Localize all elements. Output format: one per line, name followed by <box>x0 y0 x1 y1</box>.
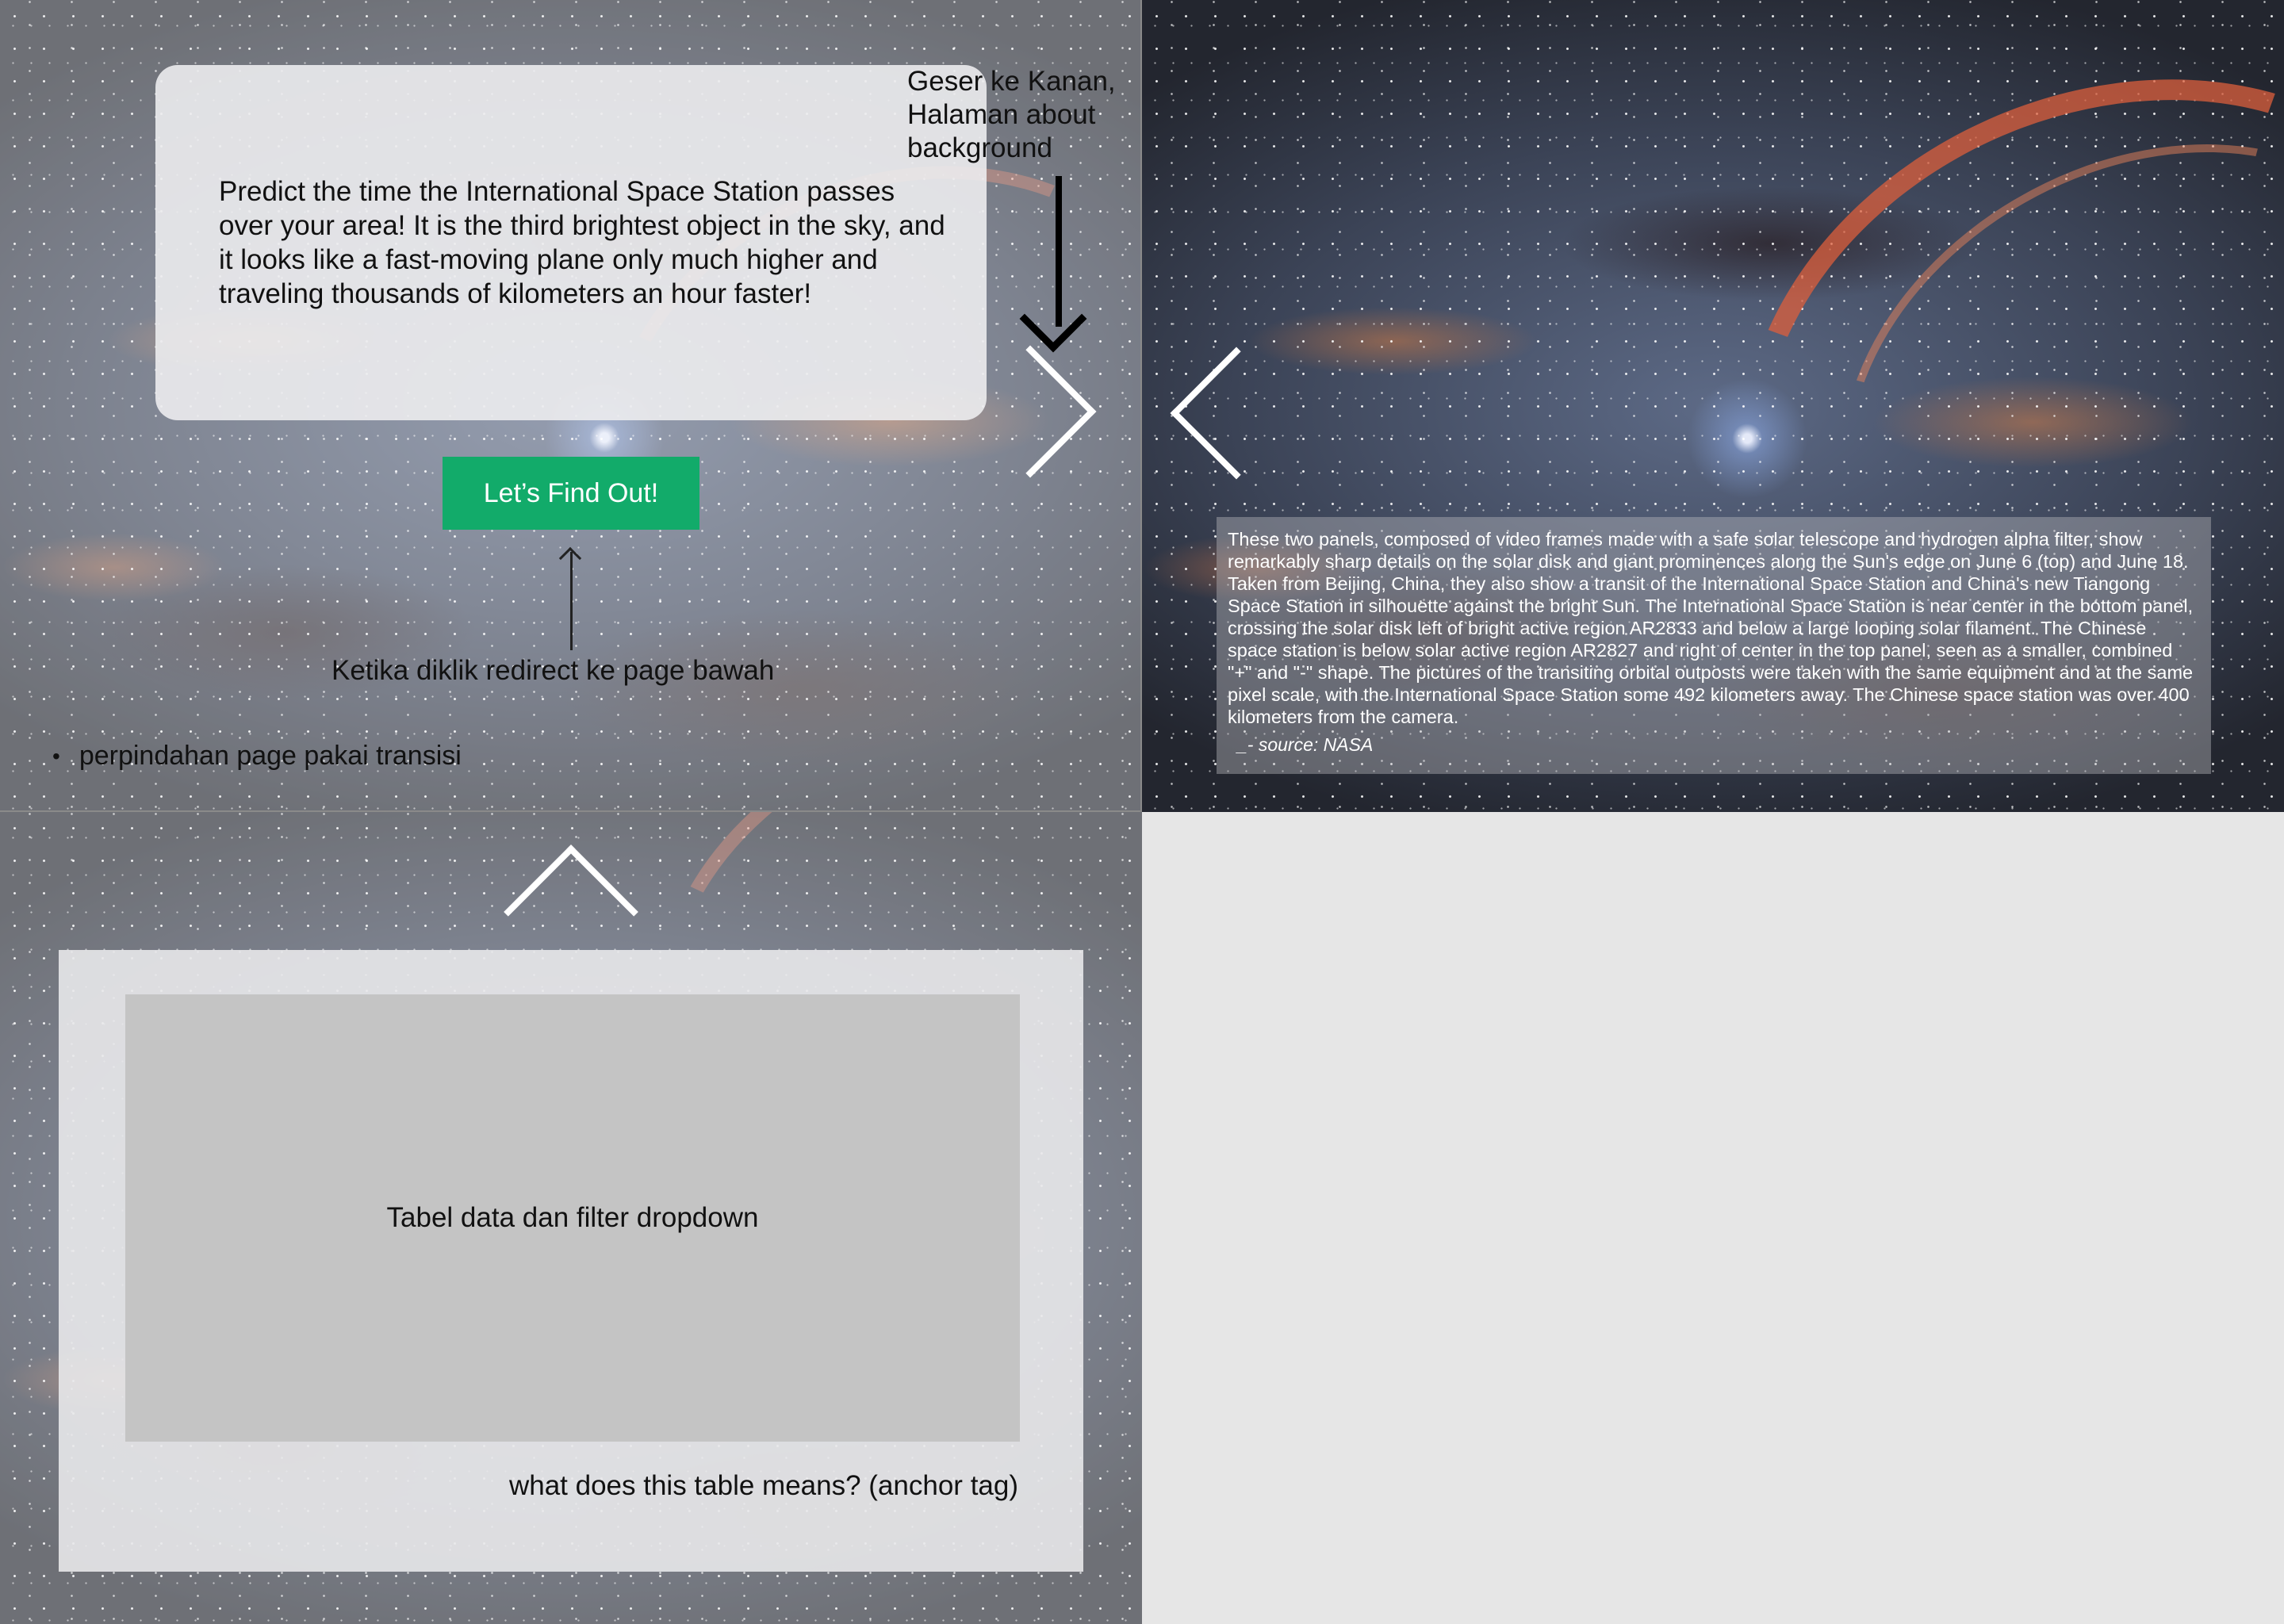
intro-card: Predict the time the International Space… <box>155 65 987 420</box>
redirect-note: Ketika diklik redirect ke page bawah <box>331 655 775 686</box>
about-text: These two panels, composed of video fram… <box>1228 529 2194 727</box>
table-card: Tabel data dan filter dropdown what does… <box>59 950 1083 1572</box>
bullet-icon: • <box>52 744 60 768</box>
table-info-link[interactable]: what does this table means? (anchor tag) <box>509 1470 1018 1502</box>
about-source: _- source: NASA <box>1237 734 1374 755</box>
swipe-right-note: Geser ke Kanan, Halaman about background <box>907 66 1116 163</box>
transition-note-text: perpindahan page pakai transisi <box>79 741 462 771</box>
transition-note: • perpindahan page pakai transisi <box>52 741 462 772</box>
intro-panel: Predict the time the International Space… <box>0 0 1142 812</box>
table-placeholder-label: Tabel data dan filter dropdown <box>386 1202 759 1233</box>
about-panel: These two panels, composed of video fram… <box>1142 0 2284 812</box>
lets-find-out-button[interactable]: Let’s Find Out! <box>443 457 699 530</box>
data-table-placeholder[interactable]: Tabel data dan filter dropdown <box>125 994 1020 1442</box>
intro-text: Predict the time the International Space… <box>219 176 945 309</box>
about-card: These two panels, composed of video fram… <box>1217 517 2211 774</box>
